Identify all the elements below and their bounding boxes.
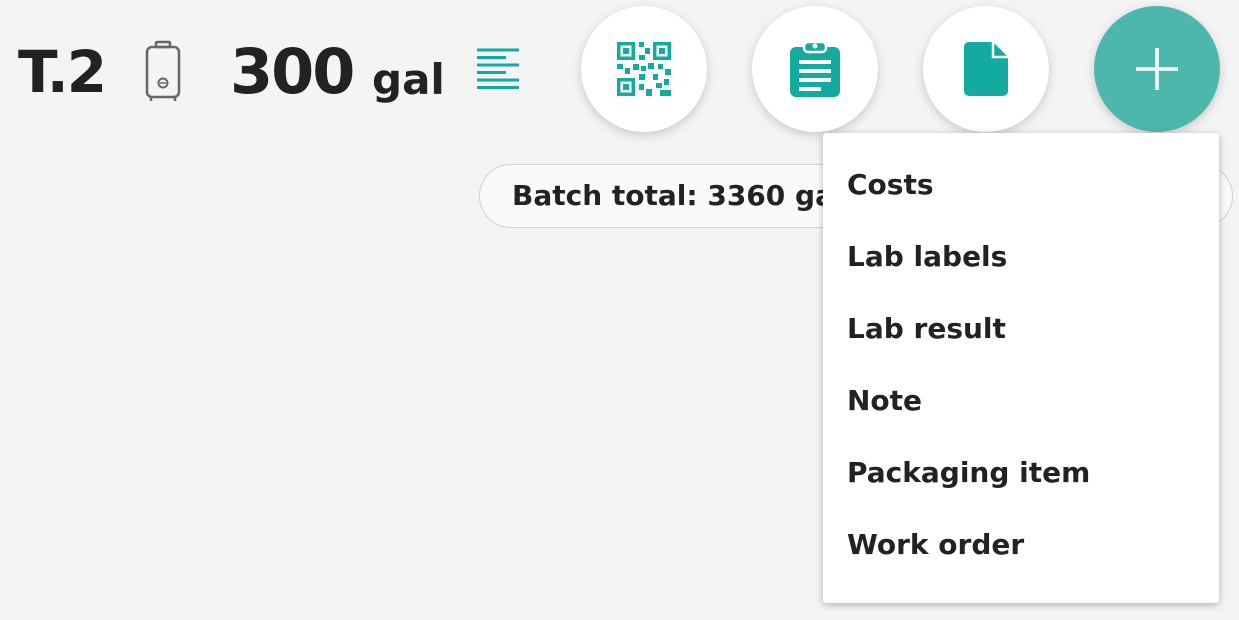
tank-id: T.2 <box>18 38 107 106</box>
menu-item-work-order[interactable]: Work order <box>823 509 1219 581</box>
document-icon <box>963 41 1009 97</box>
plus-icon <box>1134 46 1180 92</box>
qr-code-button[interactable] <box>581 6 707 132</box>
vessel-header: T.2 300 gal Batch total: 3360 gal Costs … <box>0 0 1239 620</box>
menu-item-note[interactable]: Note <box>823 365 1219 437</box>
add-button[interactable] <box>1094 6 1220 132</box>
clipboard-icon <box>789 40 841 98</box>
menu-item-costs[interactable]: Costs <box>823 149 1219 221</box>
volume-unit: gal <box>372 55 445 104</box>
menu-item-lab-result[interactable]: Lab result <box>823 293 1219 365</box>
qr-code-icon <box>616 41 672 97</box>
tank-icon <box>143 40 183 102</box>
batch-total-label: Batch total: 3360 gal <box>512 179 844 212</box>
document-button[interactable] <box>923 6 1049 132</box>
lines-icon[interactable] <box>476 48 520 90</box>
volume-value: 300 <box>230 35 355 108</box>
menu-item-lab-labels[interactable]: Lab labels <box>823 221 1219 293</box>
menu-item-packaging-item[interactable]: Packaging item <box>823 437 1219 509</box>
clipboard-button[interactable] <box>752 6 878 132</box>
add-menu: Costs Lab labels Lab result Note Packagi… <box>823 133 1219 603</box>
